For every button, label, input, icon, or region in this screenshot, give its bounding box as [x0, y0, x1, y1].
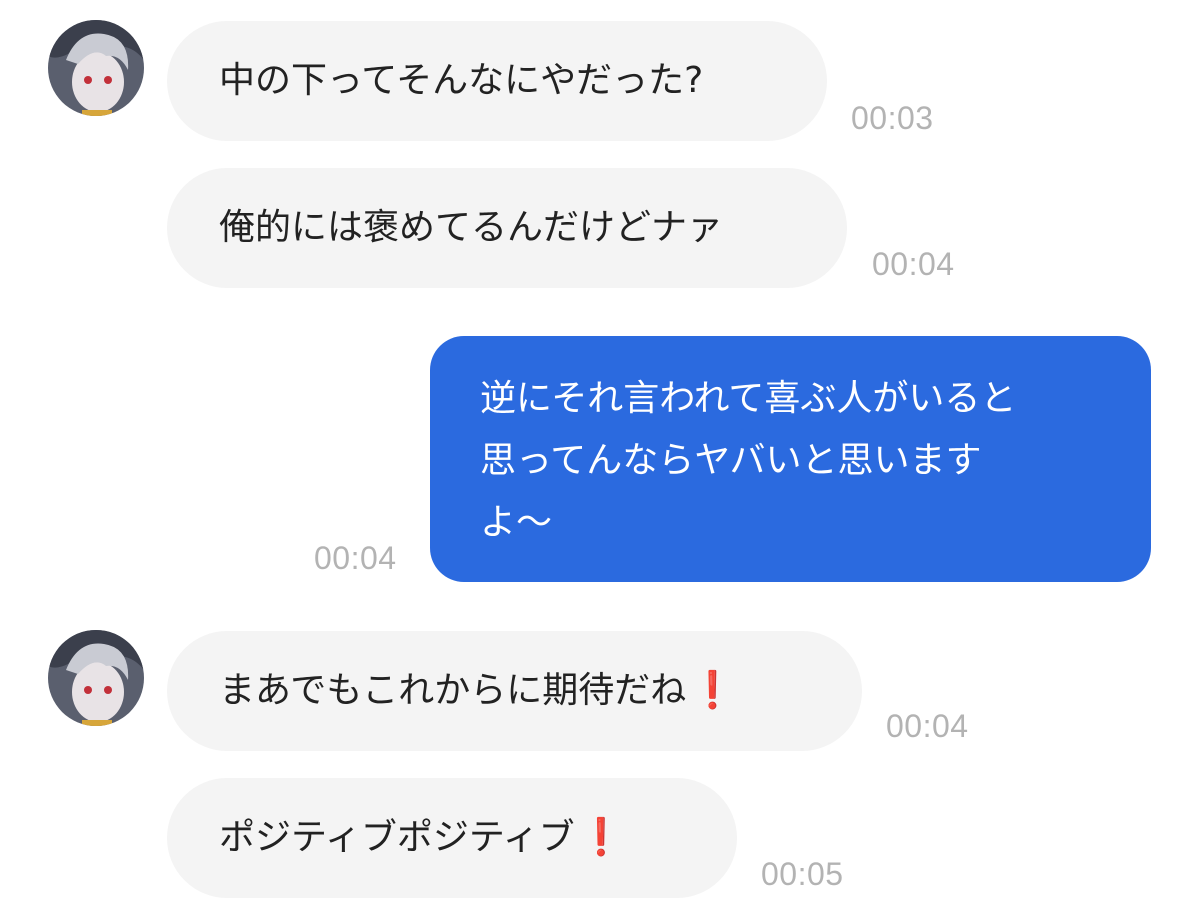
message-timestamp: 00:03 [851, 100, 934, 136]
message-bubble-incoming[interactable]: 俺的には褒めてるんだけどナァ [167, 168, 847, 288]
message-text-line: よ〜 [480, 502, 553, 543]
message-timestamp: 00:05 [761, 856, 844, 892]
avatar[interactable] [48, 20, 144, 116]
message-timestamp: 00:04 [886, 708, 969, 744]
avatar-icon [48, 630, 144, 726]
avatar[interactable] [48, 630, 144, 726]
message-timestamp: 00:04 [872, 246, 955, 282]
message-text: ポジティブポジティブ [219, 817, 575, 858]
message-text: 俺的には褒めてるんだけどナァ [219, 207, 724, 248]
message-text-line: 逆にそれ言われて喜ぶ人がいると [480, 378, 1017, 419]
message-bubble-incoming[interactable]: 中の下ってそんなにやだった? [167, 21, 827, 141]
message-timestamp: 00:04 [314, 540, 397, 576]
message-text: 中の下ってそんなにやだった? [219, 60, 704, 101]
message-bubble-incoming[interactable]: まあでもこれからに期待だね ❗ [167, 631, 862, 751]
exclamation-emoji: ❗ [690, 670, 736, 711]
exclamation-emoji: ❗ [578, 817, 624, 858]
message-text: まあでもこれからに期待だね [219, 670, 687, 711]
message-text-line: 思ってんならヤバいと思います [480, 440, 982, 481]
message-bubble-incoming[interactable]: ポジティブポジティブ ❗ [167, 778, 737, 898]
message-bubble-outgoing[interactable]: 逆にそれ言われて喜ぶ人がいると 思ってんならヤバいと思います よ〜 [430, 336, 1151, 582]
avatar-icon [48, 20, 144, 116]
